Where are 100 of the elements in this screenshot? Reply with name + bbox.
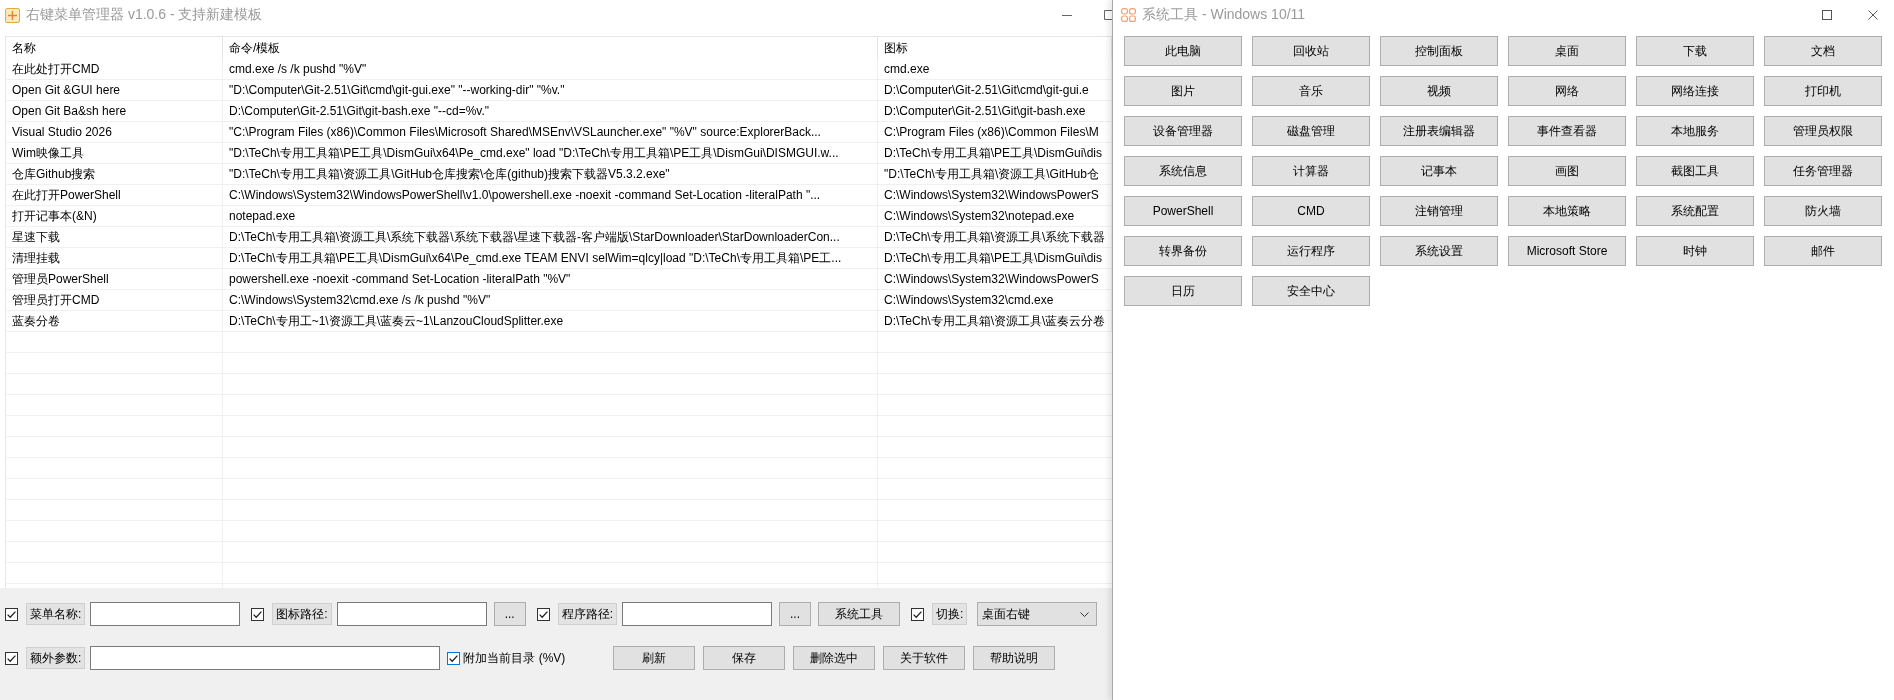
table-cell: C:\Windows\System32\cmd.exe [878,290,1112,311]
table-cell: 在此处打开CMD [6,59,223,80]
tool-button[interactable]: 此电脑 [1124,36,1242,66]
checkbox[interactable] [911,607,925,621]
table-cell: C:\Windows\System32\cmd.exe /s /k pushd "%V" [223,290,878,311]
delete-selected-button[interactable]: 删除选中 [793,646,876,670]
help-button[interactable]: 帮助说明 [973,646,1056,670]
field-label: 切换: [932,603,968,625]
tool-button[interactable]: 音乐 [1252,76,1370,106]
tool-button[interactable]: CMD [1252,196,1370,226]
input-field[interactable] [622,602,773,626]
maximize-icon[interactable] [1104,10,1112,20]
field-label: 菜单名称: [26,603,86,625]
tool-button[interactable]: 系统设置 [1380,236,1498,266]
grid-icon [1121,8,1136,22]
checkbox[interactable] [5,607,18,621]
table-cell: D:\TeCh\专用工具箱\资源工具\系统下载器\系统下载器\星速下载器-客户端版\StarDownloader\StarDownloaderCon... [223,227,878,248]
table-cell: powershell.exe -noexit -command Set-Location -literalPath "%V" [223,269,878,290]
table-cell: 在此打开PowerShell [6,185,223,206]
column-header[interactable]: 名称 [6,37,223,59]
tool-button[interactable]: 时钟 [1636,236,1754,266]
checkbox[interactable] [5,651,18,665]
field-label: 额外参数: [26,647,86,669]
table-cell: D:\Computer\Git-2.51\Git\git-bash.exe [878,101,1112,122]
window-title: 右键菜单管理器 v1.0.6 - 支持新建模板 [26,6,263,24]
table-cell: Open Git Ba&sh here [6,101,223,122]
table-cell: Visual Studio 2026 [6,122,223,143]
tool-button[interactable]: 安全中心 [1252,276,1370,306]
tool-button[interactable]: 视频 [1380,76,1498,106]
tool-button[interactable]: 运行程序 [1252,236,1370,266]
tool-button[interactable]: 设备管理器 [1124,116,1242,146]
input-field[interactable] [90,646,441,670]
tool-button[interactable]: 本地服务 [1636,116,1754,146]
table-cell: "C:\Program Files (x86)\Common Files\Microsoft Shared\MSEnv\VSLauncher.exe" "%V" source:ExplorerBack... [223,122,878,143]
tool-button[interactable]: 转界备份 [1124,236,1242,266]
tool-button[interactable]: 管理员权限 [1764,116,1882,146]
tool-button[interactable]: 防火墙 [1764,196,1882,226]
tool-button[interactable]: 本地策略 [1508,196,1626,226]
tool-button[interactable]: 计算器 [1252,156,1370,186]
tool-button[interactable]: 网络连接 [1636,76,1754,106]
table-cell: D:\Computer\Git-2.51\Git\cmd\git-gui.e [878,80,1112,101]
table-cell: C:\Windows\System32\WindowsPowerShell\v1.0\powershell.exe -noexit -command Set-Location -literalPath "... [223,185,878,206]
window-title: 系统工具 - Windows 10/11 [1142,6,1306,24]
tool-button[interactable]: PowerShell [1124,196,1242,226]
table-cell: cmd.exe [878,59,1112,80]
tool-button[interactable]: 回收站 [1252,36,1370,66]
tool-button[interactable]: 注册表编辑器 [1380,116,1498,146]
table-cell: "D:\Computer\Git-2.51\Git\cmd\git-gui.exe" "--working-dir" "%v." [223,80,878,101]
tool-button[interactable]: 文档 [1764,36,1882,66]
tool-button[interactable]: 邮件 [1764,236,1882,266]
tool-button[interactable]: 记事本 [1380,156,1498,186]
refresh-button[interactable]: 刷新 [613,646,696,670]
table-cell: 管理员PowerShell [6,269,223,290]
browse-button[interactable]: ... [779,602,812,626]
table-cell: 清理挂载 [6,248,223,269]
table-cell: D:\TeCh\专用工具箱\PE工具\DismGui\dis [878,248,1112,269]
close-icon[interactable] [1868,10,1878,20]
chevron-down-icon [1080,611,1090,617]
field-label: 图标路径: [272,603,332,625]
save-button[interactable]: 保存 [703,646,786,670]
about-button[interactable]: 关于软件 [883,646,966,670]
tool-button[interactable]: 日历 [1124,276,1242,306]
table-cell: D:\TeCh\专用工具箱\资源工具\系统下载器 [878,227,1112,248]
table-cell: 星速下载 [6,227,223,248]
column-header[interactable]: 命令/模板 [223,37,878,59]
browse-button[interactable]: ... [493,602,526,626]
table-cell: D:\TeCh\专用工具箱\PE工具\DismGui\dis [878,143,1112,164]
input-field[interactable] [90,602,241,626]
table-cell: D:\TeCh\专用工具箱\PE工具\DismGui\x64\Pe_cmd.exe TEAM ENVI selWim=qlcy|load "D:\TeCh\专用工具箱\PE工... [223,248,878,269]
checkbox[interactable] [536,607,550,621]
tool-button[interactable]: 系统信息 [1124,156,1242,186]
input-field[interactable] [336,602,487,626]
tool-button[interactable]: Microsoft Store [1508,236,1626,266]
table-cell: 管理员打开CMD [6,290,223,311]
field-label: 程序路径: [557,603,618,625]
tool-button[interactable]: 注销管理 [1380,196,1498,226]
tool-button[interactable]: 下载 [1636,36,1754,66]
tool-button[interactable]: 图片 [1124,76,1242,106]
table-cell: notepad.exe [223,206,878,227]
tool-button[interactable]: 控制面板 [1380,36,1498,66]
tool-button[interactable]: 画图 [1508,156,1626,186]
mode-select[interactable]: 桌面右键 [977,602,1098,626]
tool-button[interactable]: 打印机 [1764,76,1882,106]
tool-button[interactable]: 网络 [1508,76,1626,106]
maximize-icon[interactable] [1822,10,1832,20]
tool-button[interactable]: 截图工具 [1636,156,1754,186]
tool-button[interactable]: 桌面 [1508,36,1626,66]
tool-button[interactable]: 任务管理器 [1764,156,1882,186]
checkbox[interactable] [251,607,265,621]
table-cell: C:\Windows\System32\notepad.exe [878,206,1112,227]
tool-button[interactable]: 事件查看器 [1508,116,1626,146]
tool-button[interactable]: 系统配置 [1636,196,1754,226]
checkbox[interactable] [447,651,461,665]
app-icon [5,7,20,23]
table-cell: C:\Program Files (x86)\Common Files\M [878,122,1112,143]
tool-button[interactable]: 磁盘管理 [1252,116,1370,146]
table-cell: C:\Windows\System32\WindowsPowerS [878,185,1112,206]
table-cell: cmd.exe /s /k pushd "%V" [223,59,878,80]
checkbox-label[interactable]: 附加当前目录 (%V) [463,649,566,667]
system-tools-button[interactable]: 系统工具 [818,602,901,626]
